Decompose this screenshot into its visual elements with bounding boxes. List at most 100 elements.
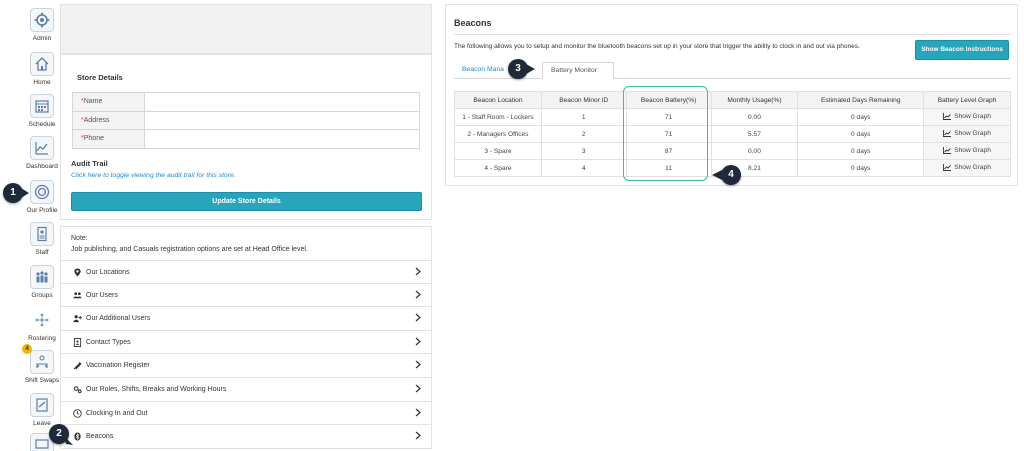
days-remaining: 0 days: [797, 125, 925, 143]
schedule-icon: [30, 94, 54, 118]
show-graph-button[interactable]: Show Graph: [923, 125, 1011, 143]
monthly-usage: 5.57: [710, 125, 799, 143]
show-graph-button[interactable]: Show Graph: [923, 108, 1011, 126]
beacon-tabs: Beacon Mana Battery Monitor: [454, 62, 1011, 79]
beacon-minor-id: 4: [540, 159, 627, 177]
chart-icon: [30, 136, 54, 160]
battery-monitor-table: Beacon Location Beacon Minor ID Beacon B…: [454, 91, 1011, 177]
table-row: 3 - Spare 3 87 0.00 0 days Show Graph: [454, 142, 1011, 160]
menu-item-our-users[interactable]: Our Users: [60, 283, 432, 308]
table-header-row: Beacon Location Beacon Minor ID Beacon B…: [454, 91, 1011, 109]
beacon-location: 3 - Spare: [454, 142, 542, 160]
nav-item-schedule[interactable]: Schedule: [24, 94, 60, 128]
column-header: Beacon Minor ID: [540, 91, 627, 109]
menu-item-label: Our Additional Users: [86, 315, 151, 323]
line-chart-icon: [943, 146, 952, 154]
menu-item-roles-shifts[interactable]: Our Roles, Shifts, Breaks and Working Ho…: [60, 377, 432, 402]
nav-item-staff[interactable]: Staff: [24, 222, 60, 256]
chevron-right-icon: [415, 290, 421, 299]
monthly-usage: 0.00: [710, 142, 799, 160]
menu-item-vaccination-register[interactable]: Vaccination Register: [60, 354, 432, 378]
nav-item-our-profile[interactable]: Our Profile: [24, 180, 60, 214]
field-label: *Address: [72, 110, 145, 130]
name-field[interactable]: [144, 92, 420, 112]
note-box: Note: Job publishing, and Casuals regist…: [60, 226, 432, 262]
show-graph-button[interactable]: Show Graph: [923, 142, 1011, 160]
tab-battery-monitor[interactable]: Battery Monitor: [542, 62, 614, 79]
home-icon: [30, 52, 54, 76]
nav-item-admin[interactable]: Admin: [24, 8, 60, 42]
line-chart-icon: [943, 129, 952, 137]
bluetooth-icon: [74, 432, 81, 441]
syringe-icon: [73, 362, 82, 370]
menu-item-label: Beacons: [86, 433, 114, 441]
nav-item-shift-swaps[interactable]: 4 Shift Swaps: [22, 344, 60, 384]
menu-item-label: Our Users: [86, 291, 118, 299]
beacon-location: 2 - Managers Offices: [454, 125, 542, 143]
note-title: Note:: [71, 235, 88, 242]
monthly-usage: 0.00: [710, 108, 799, 126]
column-header: Battery Level Graph: [923, 91, 1011, 109]
nav-item-home[interactable]: Home: [24, 52, 60, 86]
divider: [454, 34, 1011, 35]
nav-item-rostering[interactable]: Rostering: [24, 308, 60, 342]
form-row-name: *Name: [72, 92, 420, 112]
line-chart-icon: [943, 112, 952, 120]
field-label: *Phone: [72, 129, 145, 149]
beacon-location: 4 - Spare: [454, 159, 542, 177]
menu-item-label: Clocking In and Out: [86, 409, 148, 417]
menu-item-label: Our Roles, Shifts, Breaks and Working Ho…: [86, 385, 227, 393]
show-graph-button[interactable]: Show Graph: [923, 159, 1011, 177]
table-row: 2 - Managers Offices 2 71 5.57 0 days Sh…: [454, 125, 1011, 143]
menu-item-label: Our Locations: [86, 269, 130, 276]
form-row-address: *Address: [72, 110, 420, 130]
days-remaining: 0 days: [797, 159, 925, 177]
update-store-details-button[interactable]: Update Store Details: [71, 192, 422, 211]
column-header: Monthly Usage(%): [710, 91, 799, 109]
chevron-right-icon: [415, 360, 421, 369]
callout-pointer: [64, 436, 73, 445]
menu-item-our-additional-users[interactable]: Our Additional Users: [60, 307, 432, 331]
chevron-right-icon: [415, 313, 421, 322]
app-root: Admin Home Schedule Dashboard Our Profil…: [0, 0, 1024, 451]
nav-item-dashboard[interactable]: Dashboard: [24, 136, 60, 170]
show-beacon-instructions-button[interactable]: Show Beacon Instructions: [915, 40, 1009, 60]
clock-icon: [73, 408, 82, 418]
store-details-title: Store Details: [77, 73, 123, 82]
rostering-icon: [30, 308, 54, 332]
audit-trail-title: Audit Trail: [71, 159, 108, 168]
beacon-minor-id: 3: [540, 142, 627, 160]
nav-item-leave[interactable]: Leave: [24, 393, 60, 427]
notification-badge: 4: [22, 344, 32, 354]
gear-icon: [30, 8, 54, 32]
cogs-icon: [73, 386, 82, 394]
store-header-area: [60, 4, 432, 54]
callout-badge: 3: [508, 59, 528, 79]
store-details-panel: Store Details *Name *Address *Phone Audi…: [60, 54, 432, 220]
menu-item-clocking-in-out[interactable]: Clocking In and Out: [60, 401, 432, 426]
groups-icon: [30, 265, 54, 289]
address-field[interactable]: [144, 110, 420, 130]
menu-item-our-locations[interactable]: Our Locations: [60, 260, 432, 284]
audit-trail-toggle-link[interactable]: Click here to toggle viewing the audit t…: [71, 172, 236, 179]
phone-field[interactable]: [144, 129, 420, 149]
chevron-right-icon: [415, 267, 421, 276]
table-row: 1 - Staff Room - Lockers 1 71 0.00 0 day…: [454, 108, 1011, 126]
line-chart-icon: [943, 163, 952, 171]
column-header: Estimated Days Remaining: [797, 91, 925, 109]
store-details-form: *Name *Address *Phone: [72, 92, 420, 149]
nav-item-groups[interactable]: Groups: [24, 265, 60, 299]
menu-item-contact-types[interactable]: Contact Types: [60, 330, 432, 355]
days-remaining: 0 days: [797, 108, 925, 126]
days-remaining: 0 days: [797, 142, 925, 160]
chevron-right-icon: [415, 337, 421, 346]
field-label: *Name: [72, 92, 145, 112]
beacon-minor-id: 1: [540, 108, 627, 126]
beacon-location: 1 - Staff Room - Lockers: [454, 108, 542, 126]
callout-pointer: [526, 64, 535, 74]
beacons-description: The following allows you to setup and mo…: [454, 43, 860, 50]
leave-icon: [30, 393, 54, 417]
user-plus-icon: [73, 315, 82, 323]
profile-icon: [30, 180, 54, 204]
menu-item-beacons[interactable]: Beacons: [60, 425, 432, 449]
